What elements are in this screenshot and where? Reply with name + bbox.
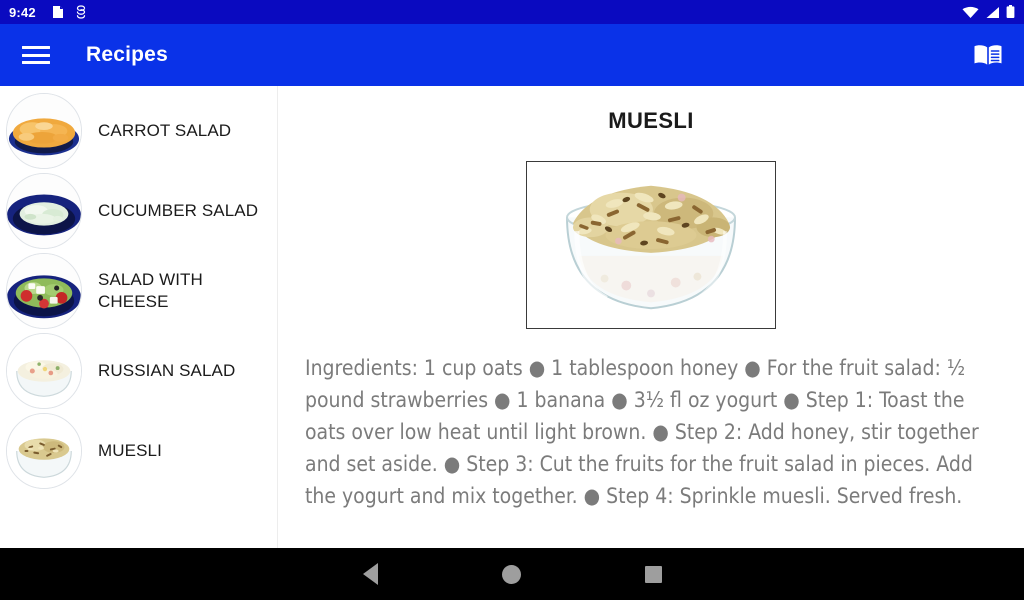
russian-salad-thumb [6,333,82,409]
muesli-thumb [6,413,82,489]
list-item[interactable]: MUESLI [0,411,277,491]
recipe-body-text: Ingredients: 1 cup oats ● 1 tablespoon h… [305,356,979,508]
status-system-icons [962,5,1015,19]
recipe-detail-pane: MUESLI Ingredients: 1 cup oats ● 1 table… [278,86,1024,548]
wifi-icon [962,6,979,18]
android-nav-bar [0,548,1024,600]
note-icon [52,6,63,18]
hamburger-line [22,61,50,64]
list-item[interactable]: CUCUMBER SALAD [0,171,277,251]
cucumber-salad-thumb [6,173,82,249]
recipe-list[interactable]: CARROT SALAD CUCUMBER SALAD SALAD WITH C… [0,86,278,548]
menu-book-icon[interactable] [970,37,1006,73]
back-triangle-icon [363,563,379,585]
hamburger-menu-icon[interactable] [22,44,50,66]
status-clock: 9:42 [9,4,36,20]
salad-with-cheese-thumb [6,253,82,329]
status-notification-icons [52,5,87,19]
hamburger-line [22,53,50,57]
recents-square-icon [644,565,662,583]
app-bar: Recipes [0,24,1024,86]
muesli-bowl-photo [526,161,776,329]
list-item[interactable]: CARROT SALAD [0,91,277,171]
list-item-label: CUCUMBER SALAD [98,200,259,220]
list-item-label: RUSSIAN SALAD [98,360,236,380]
stacked-coins-icon [76,5,85,19]
list-item-label: SALAD WITH CHEESE [98,269,203,311]
home-circle-icon [502,564,522,584]
content-area: CARROT SALAD CUCUMBER SALAD SALAD WITH C… [0,86,1024,548]
hamburger-line [22,46,50,49]
app-root: 9:42 Recipes CARROT SALAD CUCUMBER SALAD… [0,0,1024,600]
list-item-label: CARROT SALAD [98,120,232,140]
list-item[interactable]: SALAD WITH CHEESE [0,251,277,331]
menu-book-glyph [974,45,1002,65]
list-item-label: MUESLI [98,440,162,460]
nav-back-button[interactable] [354,557,388,591]
battery-icon [1006,5,1015,19]
list-item[interactable]: RUSSIAN SALAD [0,331,277,411]
carrot-salad-thumb [6,93,82,169]
nav-recents-button[interactable] [636,557,670,591]
cell-signal-icon [986,6,999,18]
page-title: MUESLI [608,108,694,133]
app-bar-title: Recipes [86,43,168,66]
status-bar: 9:42 [0,0,1024,24]
nav-home-button[interactable] [495,557,529,591]
